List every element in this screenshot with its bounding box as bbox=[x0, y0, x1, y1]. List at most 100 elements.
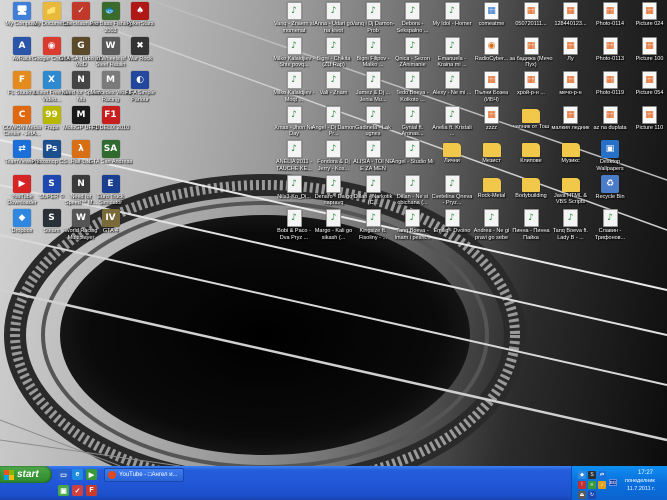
desktop-icon[interactable]: E Euro Truck Simulator bbox=[89, 174, 133, 211]
desktop-icon[interactable]: ♪ My Idol - Homer bbox=[430, 2, 474, 38]
desktop-icon[interactable]: ▦ Лу bbox=[549, 36, 593, 73]
desktop-icon[interactable]: ♪ Fondora & Dj Jerry - Kos... bbox=[312, 140, 356, 176]
desktop-icon[interactable]: ♪ Kingsize ft. Fisoliny - ... bbox=[351, 209, 395, 245]
desktop-icon[interactable]: SA GTA San Andreas bbox=[89, 140, 133, 176]
desktop-icon[interactable]: ♪ Пинна - Пинна Пайка bbox=[509, 209, 553, 245]
desktop-icon[interactable]: ▦ az na duplata bbox=[588, 105, 632, 142]
quicklaunch-app-icon[interactable]: ▣ bbox=[58, 485, 69, 496]
audio-file-icon: ♪ bbox=[602, 209, 618, 227]
update-tray-icon[interactable]: ↻ bbox=[588, 491, 596, 499]
start-button[interactable]: start bbox=[0, 466, 52, 483]
desktop-icon[interactable]: ▦ 050720111... bbox=[509, 2, 553, 38]
desktop-icon[interactable]: ♪ Emanuela - Kraina mi ... bbox=[430, 36, 474, 73]
desktop-icon-label: Margo - Kali go sikash (... bbox=[314, 228, 353, 241]
media-player-icon[interactable]: ▶ bbox=[86, 469, 97, 480]
desktop-icon-label: Recycle Bin bbox=[595, 193, 625, 200]
desktop-icon[interactable]: ♪ Emiliq - Dvoino bbox=[430, 209, 474, 245]
volume-tray-icon[interactable]: ♪ bbox=[598, 481, 606, 489]
desktop-icon[interactable]: ♪ Anelia ft. Kristali ... bbox=[430, 105, 474, 142]
desktop-icon[interactable]: F1 F1 DELIX 2010 bbox=[89, 105, 133, 142]
desktop-icon[interactable]: Музикс bbox=[549, 140, 593, 176]
desktop-icon[interactable]: ♪ ALISIA - TOI NE E ZA MEN bbox=[351, 140, 395, 176]
desktop-icon[interactable]: ▦ zzzz bbox=[470, 105, 514, 142]
desktop-icon[interactable]: Клипове bbox=[509, 140, 553, 176]
desktop-icon[interactable]: ✖ War Rock bbox=[118, 36, 162, 73]
desktop-icon[interactable]: ♪ Dillan - Ne si obichana (... bbox=[391, 174, 435, 211]
desktop-icon[interactable]: ▦ хрой-р-н ... bbox=[509, 71, 553, 107]
desktop-icon[interactable]: ♪ Gadinela - Lak ugnes bbox=[351, 105, 395, 142]
desktop-icon[interactable]: Bodybuilding bbox=[509, 175, 553, 211]
desktop-icon[interactable]: Лични bbox=[430, 140, 474, 176]
desktop-icon[interactable]: ♪ Vanq - Znaem si momenat bbox=[272, 2, 316, 38]
desktop-icon[interactable]: ◉ RadioCyber... bbox=[470, 36, 514, 73]
desktop-icon[interactable]: ▣ Desktop Wallpapers bbox=[588, 140, 632, 176]
teamviewer-tray-icon[interactable]: ⇄ bbox=[598, 471, 606, 479]
desktop-icon[interactable]: ▦ Photo-0119 bbox=[588, 71, 632, 107]
desktop-icon[interactable]: ♪ Andrea - Ne gi pravi go sebe bbox=[470, 209, 514, 245]
desktop-icon[interactable]: Java HTML & VBS Scripts bbox=[549, 175, 593, 211]
desktop-icon[interactable]: ♪ Denaro - Da go napravq bbox=[312, 174, 356, 211]
clock-time[interactable]: 17:27 bbox=[638, 470, 653, 476]
quicklaunch-app2-icon[interactable]: ✓ bbox=[72, 485, 83, 496]
desktop-icon[interactable]: ♪ Bigni - Chikita (ZU Rap) bbox=[312, 36, 356, 73]
desktop-icon[interactable]: ▦ за бадижа (Мечо Пух) bbox=[509, 36, 553, 73]
desktop-icon[interactable]: ♪ Vanq i Dj Damon-Prob bbox=[351, 2, 395, 38]
desktop-icon[interactable]: ♪ Gynial ft. Aronas... bbox=[391, 105, 435, 142]
dropbox-tray-icon[interactable]: ◆ bbox=[578, 471, 586, 479]
desktop-icon[interactable]: ▦ Picture 024 bbox=[628, 2, 667, 38]
desktop-icon[interactable]: ♪ Milko Kalaidjiev - Shte povq... bbox=[272, 36, 316, 73]
desktop-icon-label: Пинна - Пинна Пайка bbox=[512, 228, 550, 241]
desktop-icon[interactable]: ▦ Photo-0114 bbox=[588, 2, 632, 38]
steam-tray-icon[interactable]: S bbox=[588, 471, 596, 479]
desktop-icon[interactable]: ♪ Alexy - Ne mi ... bbox=[430, 71, 474, 107]
desktop-icon[interactable]: ♻ Recycle Bin bbox=[588, 174, 632, 211]
usb-tray-icon[interactable]: ⏏ bbox=[578, 491, 586, 499]
network-tray-icon[interactable]: ≡ bbox=[588, 481, 596, 489]
desktop-icon[interactable]: ♪ Jamez & Dj ... Jenia Mu... bbox=[351, 71, 395, 107]
desktop-icon[interactable]: ♪ Angel - Studio Mi bbox=[391, 140, 435, 176]
desktop-icon[interactable]: ♪ ANELIA 2011 - TAUCHE KE... bbox=[272, 140, 316, 176]
taskbar-window-youtube[interactable]: YouTube - □Ангел и... bbox=[104, 468, 184, 482]
desktop-icon[interactable]: ▦ 128440123... bbox=[549, 2, 593, 38]
desktop-icon[interactable]: ▦ Picture 110 bbox=[628, 105, 667, 142]
desktop-icon[interactable]: ▦ малкия ледник bbox=[549, 105, 593, 142]
folder-icon bbox=[482, 143, 501, 157]
desktop-icon[interactable]: Rock-Metal bbox=[470, 175, 514, 211]
language-indicator[interactable]: BG bbox=[609, 479, 617, 486]
desktop-icon[interactable]: ♪ Xmas - Jhon Ne Day bbox=[272, 105, 316, 142]
desktop-icon[interactable]: ♪ Vali - Znam bbox=[312, 71, 356, 107]
desktop-icon[interactable]: ♪ Славин - Трифонов... bbox=[588, 209, 632, 245]
desktop-icon[interactable]: ♪ Nils3-Ko_Di... bbox=[272, 174, 316, 211]
folder-icon bbox=[522, 143, 540, 157]
desktop-icon[interactable]: ♪ Bigni Filipov - Malko ... bbox=[351, 36, 395, 73]
desktop-icon[interactable]: ♪ Milko Kalaidjiev - Moqt ... bbox=[272, 71, 316, 107]
desktop-icon[interactable]: ♪ Margo - Kali go sikash (... bbox=[312, 209, 356, 245]
desktop-icon[interactable]: ▦ Photo-0113 bbox=[588, 36, 632, 73]
desktop-icon[interactable]: ▦ Пълни Бозеа (ИБЧ) bbox=[470, 71, 514, 107]
internet-explorer-icon[interactable]: e bbox=[72, 469, 83, 480]
desktop-icon[interactable]: ♪ Tanq Boeva ft. Lady B - ... bbox=[549, 209, 593, 245]
desktop-icon[interactable]: ♪ Cvetelina Qneva - Pryz... bbox=[430, 174, 474, 211]
desktop-icon[interactable]: ♪ Anna - Udari go na kivot bbox=[312, 2, 356, 38]
show-desktop-icon[interactable]: ▭ bbox=[58, 469, 69, 480]
quicklaunch-app3-icon[interactable]: F bbox=[86, 485, 97, 496]
desktop-icon[interactable]: ▦ comeatme bbox=[470, 2, 514, 38]
desktop-icon[interactable]: ▦ Picture 054 bbox=[628, 71, 667, 107]
desktop-icon[interactable]: IV GTA 4 bbox=[89, 209, 133, 245]
desktop-icon[interactable]: ♪ Dillan - Narkotik (C... bbox=[351, 174, 395, 211]
desktop-icon[interactable]: ♠ PokerStars bbox=[118, 2, 162, 38]
desktop-icon[interactable]: ◐ FIFA Simple Parlour bbox=[118, 71, 162, 107]
desktop-icon[interactable]: ♪ Angel - Dj Damon Pr... bbox=[312, 105, 356, 142]
antivirus-tray-icon[interactable]: ! bbox=[578, 481, 586, 489]
application-icon: S bbox=[42, 209, 61, 227]
desktop-icon[interactable]: ♪ Debora - Sekspalno ... bbox=[391, 2, 435, 38]
desktop-icon[interactable]: ♪ Qnica - Sezon ZAnimanie bbox=[391, 36, 435, 73]
desktop-icon[interactable]: ♪ Bobi & Paco - Dva Pryz ... bbox=[272, 209, 316, 245]
desktop-icon-label: Emanuela - Kraina mi ... bbox=[437, 55, 467, 69]
desktop-icon[interactable]: ♪ Tedo Boeva - Kolkoto ... bbox=[391, 71, 435, 107]
desktop-icon[interactable]: ▦ Picture 100 bbox=[628, 36, 667, 73]
desktop-icon[interactable]: чапник от Тош bbox=[509, 106, 553, 142]
desktop-icon[interactable]: ♪ Tanq Boeva - Imam i pesht... bbox=[391, 209, 435, 245]
desktop-icon[interactable]: ▦ мечо-р-н bbox=[549, 71, 593, 107]
desktop-icon[interactable]: Мезист bbox=[470, 140, 514, 176]
